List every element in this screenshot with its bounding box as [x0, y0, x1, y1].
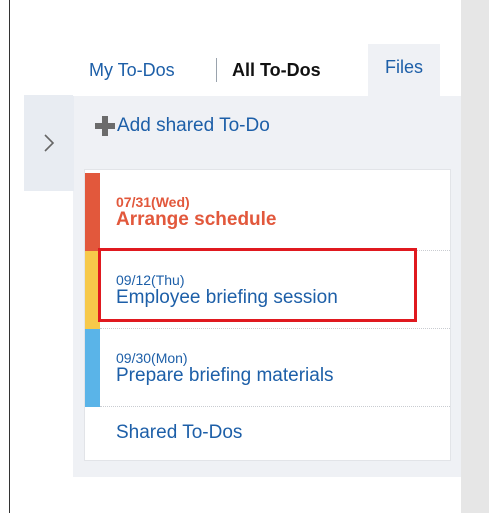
- todo-tabs: My To-Dos All To-Dos Files: [73, 44, 461, 96]
- todo-date: 09/30(Mon): [116, 350, 188, 366]
- todo-date: 09/12(Thu): [116, 272, 185, 288]
- todo-title[interactable]: Arrange schedule: [116, 209, 277, 231]
- add-shared-todo-label: Add shared To-Do: [117, 115, 270, 136]
- todo-color-bar: [85, 251, 100, 329]
- list-divider: [100, 406, 450, 407]
- todo-date: 07/31(Wed): [116, 194, 190, 210]
- todo-item-prepare-materials[interactable]: 09/30(Mon) Prepare briefing materials: [85, 329, 450, 407]
- right-gray-column: [461, 0, 489, 513]
- window-left-border: [9, 0, 10, 513]
- tab-all-todos[interactable]: All To-Dos: [232, 44, 321, 96]
- plus-icon: [95, 116, 115, 136]
- todo-item-employee-briefing[interactable]: 09/12(Thu) Employee briefing session: [85, 251, 450, 329]
- shared-todos-link[interactable]: Shared To-Dos: [116, 422, 242, 444]
- chevron-right-icon: [44, 134, 55, 152]
- add-shared-todo-link[interactable]: Add shared To-Do: [95, 115, 270, 137]
- tab-separator: [216, 58, 217, 82]
- todo-item-arrange-schedule[interactable]: 07/31(Wed) Arrange schedule: [85, 173, 450, 251]
- tab-files[interactable]: Files: [368, 44, 440, 96]
- tab-my-todos[interactable]: My To-Dos: [89, 44, 175, 96]
- todo-title[interactable]: Employee briefing session: [116, 287, 338, 309]
- todo-title[interactable]: Prepare briefing materials: [116, 365, 334, 387]
- todo-color-bar: [85, 329, 100, 407]
- todo-color-bar: [85, 173, 100, 251]
- todo-list: 07/31(Wed) Arrange schedule 09/12(Thu) E…: [84, 169, 451, 461]
- todo-portlet-window: My To-Dos All To-Dos Files Add shared To…: [0, 0, 489, 513]
- collapse-toggle[interactable]: [24, 95, 74, 191]
